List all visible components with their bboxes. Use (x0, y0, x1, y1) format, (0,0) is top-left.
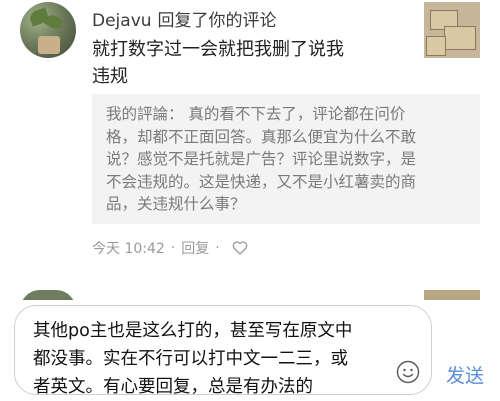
quote-line: 格，却都不正面回答。真那么便宜为什么不敢 (106, 127, 417, 146)
heart-outline-icon[interactable] (232, 241, 248, 255)
timestamp: 今天 10:42 (92, 241, 165, 257)
quoted-comment: 我的評論： 真的看不下去了，评论都在问价 格，却都不正面回答。真那么便宜为什么不… (92, 94, 480, 224)
reply-text: 就打数字过一会就把我删了说我 违规 (92, 36, 392, 90)
comment-header: Dejavu 回复了你的评论 (92, 6, 277, 31)
username[interactable]: Dejavu (92, 11, 152, 31)
quote-line: 不会违规的。这是快递，又不是小红薯卖的商 (106, 172, 417, 191)
reply-input[interactable]: 其他po主也是这么打的，甚至写在原文中 都没事。实在不行可以打中文一二三，或 者… (14, 305, 432, 397)
quote-line: 说？感觉不是托就是广告？评论里说数字，是 (106, 150, 417, 168)
separator: · (170, 240, 176, 256)
reply-line: 就打数字过一会就把我删了说我 (92, 39, 344, 60)
smiley-icon[interactable] (396, 360, 420, 384)
comment-meta: 今天 10:42 · 回复 · (92, 238, 248, 258)
avatar[interactable] (20, 2, 76, 58)
quote-line: 我的評論： 真的看不下去了，评论都在问价 (106, 105, 406, 123)
reply-button[interactable]: 回复 (181, 238, 209, 258)
quoted-comment-text: 我的評論： 真的看不下去了，评论都在问价 格，却都不正面回答。真那么便宜为什么不… (106, 103, 468, 216)
avatar-plant-pot (38, 36, 60, 54)
reply-line: 违规 (92, 66, 128, 87)
send-button[interactable]: 发送 (446, 361, 484, 388)
thumbnail-box (444, 26, 476, 50)
input-line: 都没事。实在不行可以打中文一二三，或 (33, 349, 348, 369)
quote-line: 品，关违规什么事？ (106, 195, 246, 213)
thumbnail-box (426, 36, 446, 56)
input-line: 其他po主也是这么打的，甚至写在原文中 (33, 321, 353, 341)
separator: · (215, 240, 220, 256)
post-thumbnail[interactable] (424, 2, 480, 58)
input-line: 者英文。有心要回复，总是有办法的 (33, 377, 313, 397)
reply-action-text: 回复了你的评论 (157, 11, 277, 31)
reply-input-text[interactable]: 其他po主也是这么打的，甚至写在原文中 都没事。实在不行可以打中文一二三，或 者… (33, 317, 373, 401)
